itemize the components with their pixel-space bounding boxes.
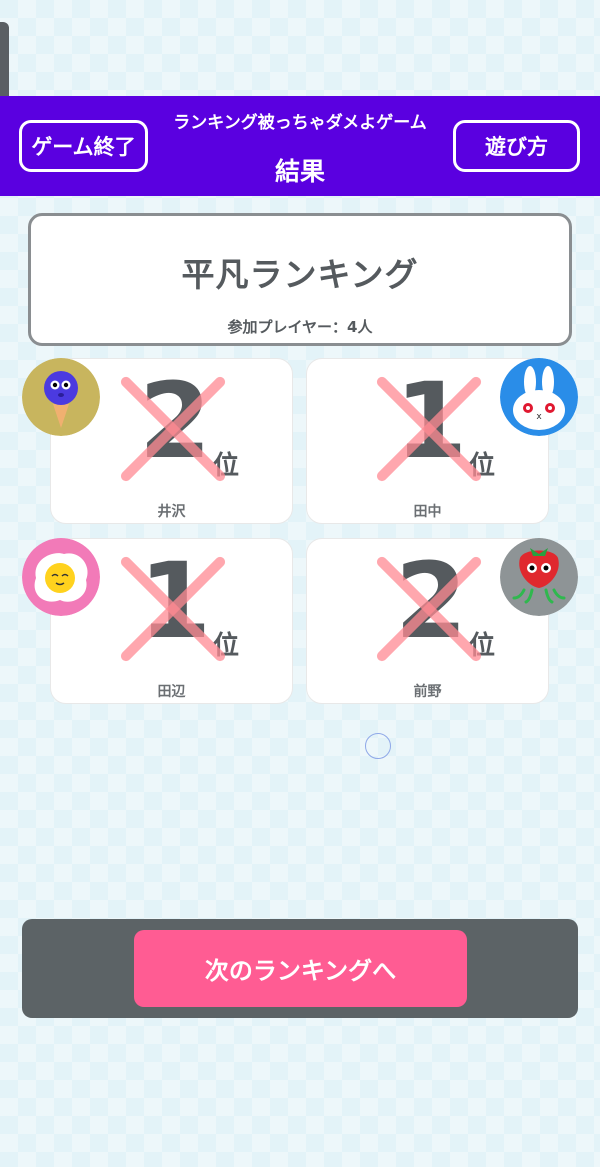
cross-mark-icon xyxy=(120,556,226,662)
player-name: 田辺 xyxy=(157,684,186,700)
next-ranking-button[interactable]: 次のランキングへ xyxy=(134,930,467,1007)
fried-egg-avatar-icon xyxy=(22,538,100,616)
player-count: 参加プレイヤー：4人 xyxy=(227,318,373,336)
white-rabbit-avatar-icon: x xyxy=(500,358,578,436)
player-name: 田中 xyxy=(413,504,442,520)
svg-text:x: x xyxy=(536,412,542,422)
strawberry-octopus-avatar-icon xyxy=(500,538,578,616)
ranking-name: 平凡ランキング xyxy=(181,255,419,294)
player-name: 井沢 xyxy=(157,504,186,520)
header-bar: ランキング被っちゃダメよゲーム 結果 ゲーム終了 遊び方 xyxy=(0,96,600,196)
loading-indicator-icon xyxy=(365,733,391,759)
cross-mark-icon xyxy=(376,376,482,482)
ranking-title-panel: 平凡ランキング 参加プレイヤー：4人 xyxy=(28,213,572,346)
how-to-play-button[interactable]: 遊び方 xyxy=(453,120,580,172)
blue-icecream-avatar-icon xyxy=(22,358,100,436)
cross-mark-icon xyxy=(120,376,226,482)
player-name: 前野 xyxy=(413,684,442,700)
quit-game-button[interactable]: ゲーム終了 xyxy=(19,120,148,172)
cross-mark-icon xyxy=(376,556,482,662)
